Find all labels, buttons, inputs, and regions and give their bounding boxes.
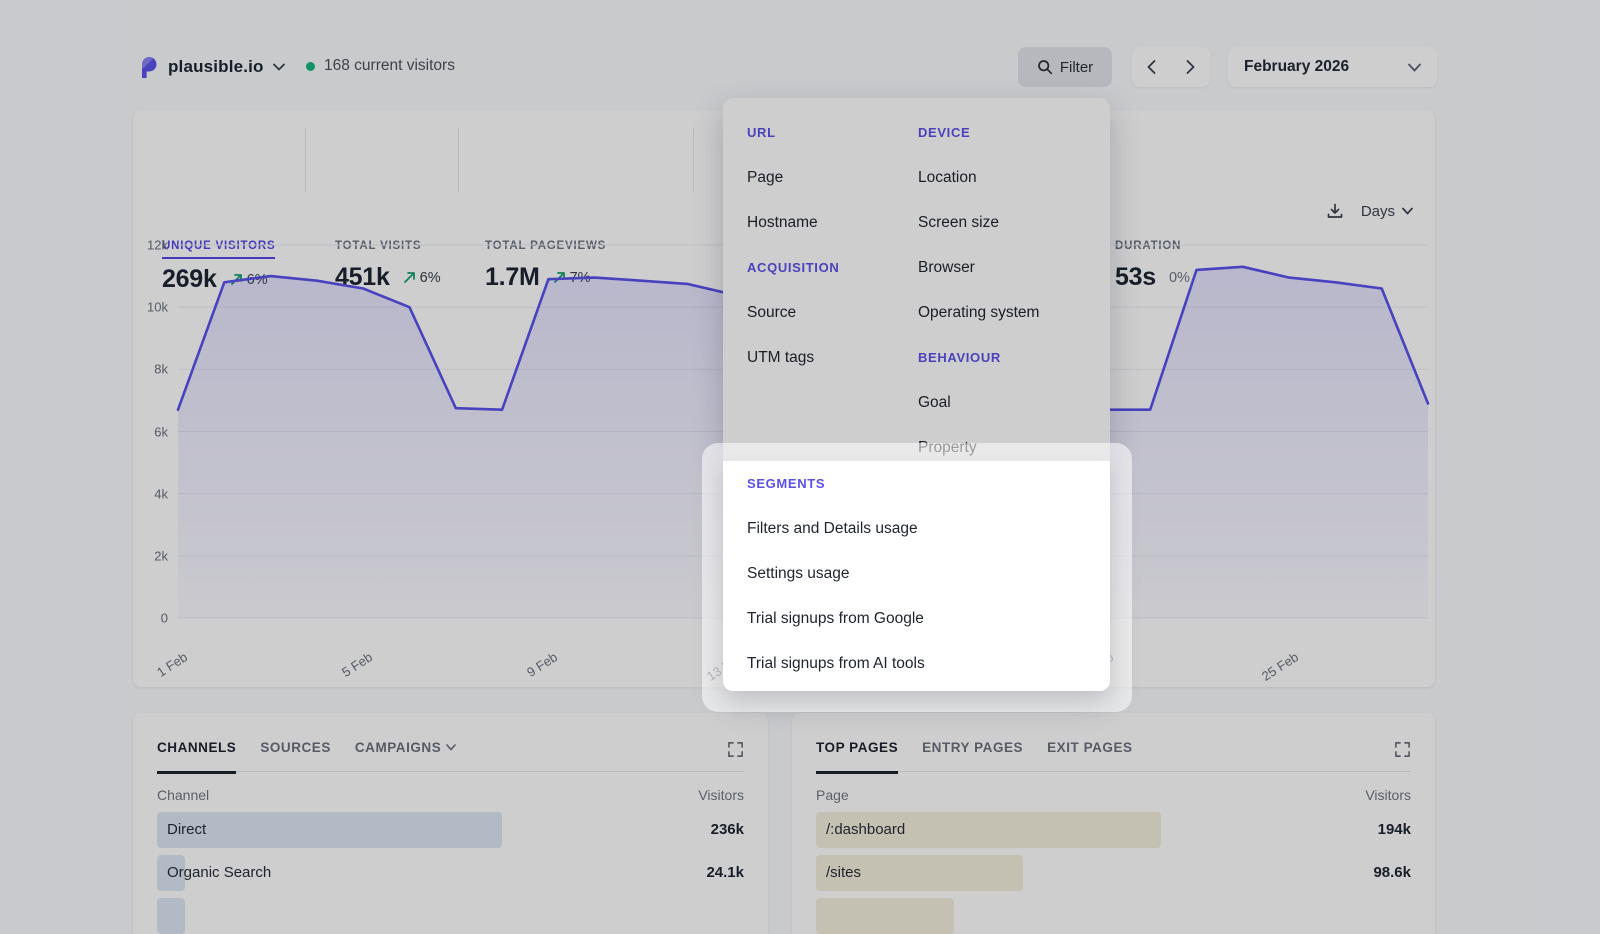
segment-item[interactable]: Settings usage: [747, 565, 850, 583]
segment-item[interactable]: Trial signups from AI tools: [747, 655, 925, 673]
segments-spotlight: SEGMENTS Filters and Details usage Settin…: [702, 443, 1132, 712]
plausible-dashboard: plausible.io 168 current visitors Filter…: [0, 0, 1600, 934]
segments-header: SEGMENTS: [747, 476, 825, 491]
segment-item[interactable]: Filters and Details usage: [747, 520, 918, 538]
segment-item[interactable]: Trial signups from Google: [747, 610, 924, 628]
segments-section: SEGMENTS Filters and Details usage Settin…: [723, 460, 1110, 691]
